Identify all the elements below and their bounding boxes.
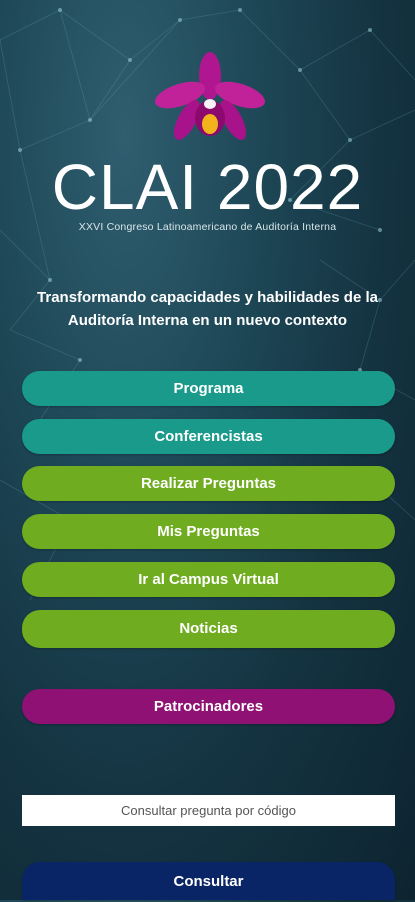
clai-logo: CLAI 2022 XXVI Congreso Latinoamericano … [0, 0, 415, 260]
campus-virtual-button[interactable]: Ir al Campus Virtual [22, 562, 395, 597]
orchid-logo-icon [155, 52, 265, 140]
realizar-preguntas-button[interactable]: Realizar Preguntas [22, 466, 395, 501]
programa-button[interactable]: Programa [22, 371, 395, 406]
mis-preguntas-button[interactable]: Mis Preguntas [22, 514, 395, 549]
question-code-input[interactable] [22, 795, 395, 826]
noticias-button[interactable]: Noticias [22, 610, 395, 648]
conferencistas-button[interactable]: Conferencistas [22, 419, 395, 454]
consultar-button[interactable]: Consultar [22, 862, 395, 900]
brand-subtitle: XXVI Congreso Latinoamericano de Auditor… [78, 221, 337, 233]
patrocinadores-button[interactable]: Patrocinadores [22, 689, 395, 724]
brand-title: CLAI 2022 [51, 151, 364, 223]
tagline: Transformando capacidades y habilidades … [37, 289, 378, 329]
